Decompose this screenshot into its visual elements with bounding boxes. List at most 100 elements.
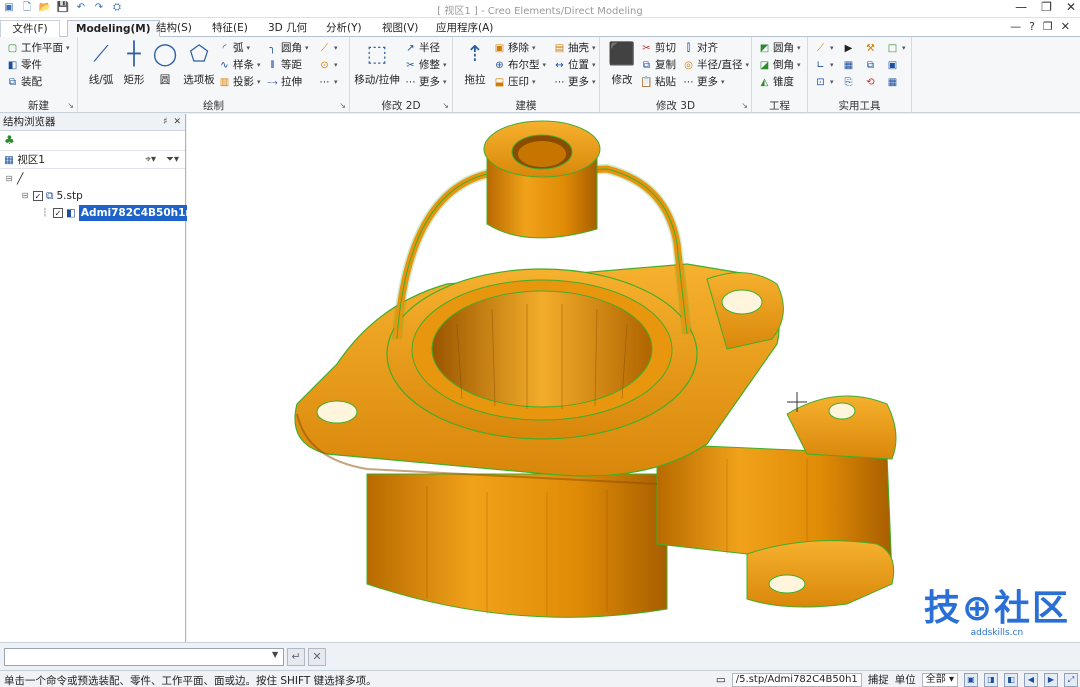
command-bar: ▼ ↵ ✕ — [0, 642, 1080, 670]
pull-button[interactable]: ⇡ 拖拉 — [457, 40, 493, 87]
grid-button[interactable]: ▦ — [886, 74, 899, 90]
chamfer-button[interactable]: ◪ 倒角 ▾ — [758, 57, 801, 73]
help-icon[interactable]: ? — [1029, 20, 1035, 33]
dialog-launcher-icon[interactable]: ↘ — [442, 101, 449, 110]
cut-button[interactable]: ✂ 剪切 — [640, 40, 676, 56]
position-button[interactable]: ↔ 位置 ▾ — [553, 57, 595, 73]
convert-button[interactable]: ⟲ — [864, 74, 877, 90]
tab-modeling[interactable]: Modeling(M) — [67, 20, 160, 37]
spline-button[interactable]: ∿ 样条 ▾ — [218, 57, 260, 73]
selection-filter[interactable]: 全部 ▾ — [921, 672, 958, 687]
pin-icon[interactable]: ♯ — [163, 114, 167, 131]
ribbon-close-icon[interactable]: ✕ — [1061, 20, 1070, 33]
taper-button[interactable]: ◭ 锥度 — [758, 74, 794, 90]
restore-icon[interactable]: ❐ — [1041, 0, 1052, 14]
group-modify-2d: ⬚ 移动/拉伸 ↗ 半径 ✂ 修整 ▾ ⋯ 更多 ▾ 修改 2D ↘ — [350, 37, 453, 113]
remove-button[interactable]: ▣ 移除 ▾ — [493, 40, 536, 56]
ribbon-minimize-icon[interactable]: — — [1010, 20, 1021, 33]
construction-circle-button[interactable]: ⊙ ▾ — [318, 57, 337, 73]
trim-button[interactable]: ✂ 修整 ▾ — [404, 57, 446, 73]
radius-diameter-button[interactable]: ◎ 半径/直径 ▾ — [682, 57, 749, 73]
tab-analysis[interactable]: 分析(Y) — [318, 20, 370, 37]
modify3d-more-button[interactable]: ⋯ 更多 ▾ — [682, 74, 725, 90]
prev-view-icon[interactable]: ◀ — [1024, 672, 1038, 687]
unit-label[interactable]: 单位 — [895, 672, 916, 687]
frame-button[interactable]: □ ▾ — [886, 40, 906, 56]
clipboard-button[interactable]: ⎘ — [842, 74, 855, 90]
rectangle-button[interactable]: ┼ 矩形 — [118, 40, 150, 87]
circle-button[interactable]: ◯ 圆 — [150, 40, 180, 87]
arc-button[interactable]: ◜ 弧 ▾ — [218, 40, 250, 56]
table-button[interactable]: ▦ — [842, 57, 855, 73]
radius-2d-button[interactable]: ↗ 半径 — [404, 40, 440, 56]
fit-view-icon[interactable]: ⤢ — [1064, 672, 1078, 687]
view-top-icon[interactable]: ◧ — [1004, 672, 1018, 687]
command-cancel-button[interactable]: ✕ — [308, 648, 326, 666]
copy-button[interactable]: ⧉ 复制 — [640, 57, 676, 73]
tools-icon: ⚒ — [866, 42, 875, 54]
dimension-button[interactable]: ⊡ ▾ — [814, 74, 833, 90]
command-enter-button[interactable]: ↵ — [287, 648, 305, 666]
ribbon-restore-icon[interactable]: ❐ — [1043, 20, 1053, 33]
minimize-icon[interactable]: — — [1015, 0, 1027, 14]
paste-button[interactable]: 📋 粘贴 — [640, 74, 676, 90]
view-front-icon[interactable]: ▣ — [964, 672, 978, 687]
tree-view-icon[interactable]: ♣ — [4, 133, 15, 147]
image-button[interactable]: ▣ — [886, 57, 899, 73]
close-icon[interactable]: ✕ — [1066, 0, 1076, 14]
visibility-checkbox[interactable]: ✓ — [53, 208, 63, 218]
tab-view[interactable]: 视图(V) — [374, 20, 426, 37]
tools-button[interactable]: ⚒ — [864, 40, 877, 56]
collapse-icon[interactable]: ⊟ — [20, 188, 30, 204]
line-arc-button[interactable]: ⟋ 线/弧 — [82, 40, 120, 87]
extend-button[interactable]: ⤍ 拉伸 — [266, 74, 302, 90]
align-button[interactable]: ⫿ 对齐 — [682, 40, 718, 56]
filter-icon[interactable]: ⏷▾ — [166, 151, 179, 169]
next-view-icon[interactable]: ▶ — [1044, 672, 1058, 687]
command-history-dropdown-icon[interactable]: ▼ — [272, 650, 278, 659]
palette-button[interactable]: ⬠ 选项板 — [180, 40, 218, 87]
model-more-button[interactable]: ⋯ 更多 ▾ — [553, 74, 596, 90]
blend-button[interactable]: ◩ 圆角 ▾ — [758, 40, 801, 56]
project-button[interactable]: ▥ 投影 ▾ — [218, 74, 261, 90]
dialog-launcher-icon[interactable]: ↘ — [339, 101, 346, 110]
workplane-button[interactable]: ▢ 工作平面 ▾ — [6, 40, 70, 56]
offset-icon: ⫴ — [270, 59, 275, 71]
imprint-button[interactable]: ⬓ 压印 ▾ — [493, 74, 536, 90]
tab-file[interactable]: 文件(F) — [0, 20, 60, 37]
boolean-button[interactable]: ⊕ 布尔型 ▾ — [493, 57, 546, 73]
visibility-checkbox[interactable]: ✓ — [33, 191, 43, 201]
tab-structure[interactable]: 结构(S) — [148, 20, 200, 37]
dialog-launcher-icon[interactable]: ↘ — [741, 101, 748, 110]
tab-applications[interactable]: 应用程序(A) — [428, 20, 501, 37]
modify2d-more-button[interactable]: ⋯ 更多 ▾ — [404, 74, 447, 90]
select-button[interactable]: ▶ — [842, 40, 855, 56]
command-input[interactable] — [4, 648, 284, 666]
view-iso-icon[interactable]: ◨ — [984, 672, 998, 687]
snap-label[interactable]: 捕捉 — [868, 672, 889, 687]
find-icon[interactable]: ⌖▾ — [145, 151, 156, 169]
move-stretch-button[interactable]: ⬚ 移动/拉伸 — [352, 40, 402, 87]
dialog-launcher-icon[interactable]: ↘ — [67, 101, 74, 110]
browser-close-icon[interactable]: ✕ — [173, 114, 181, 131]
part-button[interactable]: ◧ 零件 — [6, 57, 42, 73]
construction-line-button[interactable]: ⟋ ▾ — [318, 40, 338, 56]
modify-button[interactable]: ⬛ 修改 — [604, 40, 640, 87]
assembly-button[interactable]: ⧉ 装配 — [6, 74, 42, 90]
draw-more-button[interactable]: ⋯ ▾ — [318, 74, 338, 90]
collapse-icon[interactable]: ⊟ — [4, 171, 14, 187]
tree-root[interactable]: ⊟ ╱ — [4, 171, 24, 187]
tree-item-part[interactable]: ┆ ✓ ◧ Admi782C4B50h1n — [40, 205, 195, 221]
fillet-2d-button[interactable]: ╮ 圆角 ▾ — [266, 40, 308, 56]
tab-features[interactable]: 特征(E) — [204, 20, 256, 37]
shell-button[interactable]: ▤ 抽壳 ▾ — [553, 40, 596, 56]
offset-button[interactable]: ⫴ 等距 — [266, 57, 302, 73]
measure-button[interactable]: ⟋ ▾ — [814, 40, 834, 56]
tree-item-file[interactable]: ⊟ ✓ ⧉ 5.stp — [20, 188, 83, 204]
layers-button[interactable]: ⧉ — [864, 57, 877, 73]
graphics-viewport[interactable]: 技⊕社区 addskills.cn — [187, 114, 1080, 642]
main-cylinder — [366, 473, 668, 618]
angle-button[interactable]: ∟ ▾ — [814, 57, 833, 73]
tab-3d-geometry[interactable]: 3D 几何 — [260, 20, 315, 37]
root-icon: ╱ — [17, 173, 24, 185]
